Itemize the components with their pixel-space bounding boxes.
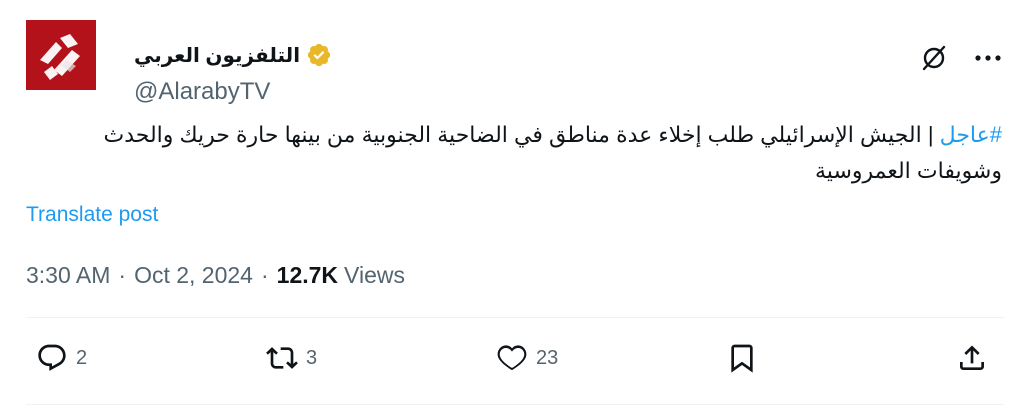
hashtag-link[interactable]: #عاجل [940, 122, 1002, 147]
repost-icon [266, 347, 298, 369]
display-name[interactable]: التلفزيون العربي [134, 43, 300, 68]
repost-count: 3 [306, 346, 318, 369]
reply-count: 2 [76, 346, 88, 369]
divider [26, 404, 1004, 405]
tweet-text: #عاجل | الجيش الإسرائيلي طلب إخلاء عدة م… [26, 117, 1002, 189]
action-bar: 2 3 23 [0, 342, 1024, 390]
views-label: Views [344, 262, 405, 288]
bookmark-button[interactable] [726, 342, 758, 374]
name-row: التلفزيون العربي [134, 40, 332, 70]
tweet-meta: 3:30 AM · Oct 2, 2024 · 12.7K Views [26, 262, 405, 289]
more-options-icon[interactable] [972, 42, 1004, 74]
like-button[interactable]: 23 [496, 342, 558, 374]
reply-icon [38, 344, 66, 371]
tweet-body: | الجيش الإسرائيلي طلب إخلاء عدة مناطق ف… [103, 122, 1002, 183]
translate-post-link[interactable]: Translate post [26, 203, 158, 227]
reply-button[interactable]: 2 [36, 342, 87, 374]
bookmark-icon [731, 344, 753, 373]
share-button[interactable] [956, 342, 988, 374]
alaraby-logo-icon [26, 20, 96, 90]
divider [26, 317, 1004, 318]
tweet-time[interactable]: 3:30 AM [26, 262, 110, 289]
like-count: 23 [536, 346, 559, 369]
share-icon [960, 345, 984, 370]
account-handle[interactable]: @AlarabyTV [134, 78, 270, 106]
heart-icon [497, 345, 527, 371]
tweet-header: التلفزيون العربي @AlarabyTV [26, 20, 1004, 105]
top-actions [918, 42, 1004, 74]
avatar[interactable] [26, 20, 96, 90]
repost-button[interactable]: 3 [266, 342, 317, 374]
meta-separator: · [118, 262, 127, 288]
grok-icon[interactable] [918, 42, 950, 74]
meta-separator: · [260, 262, 269, 288]
views-count[interactable]: 12.7K [277, 262, 338, 289]
verified-badge-icon [306, 42, 332, 68]
tweet-date[interactable]: Oct 2, 2024 [134, 262, 253, 289]
